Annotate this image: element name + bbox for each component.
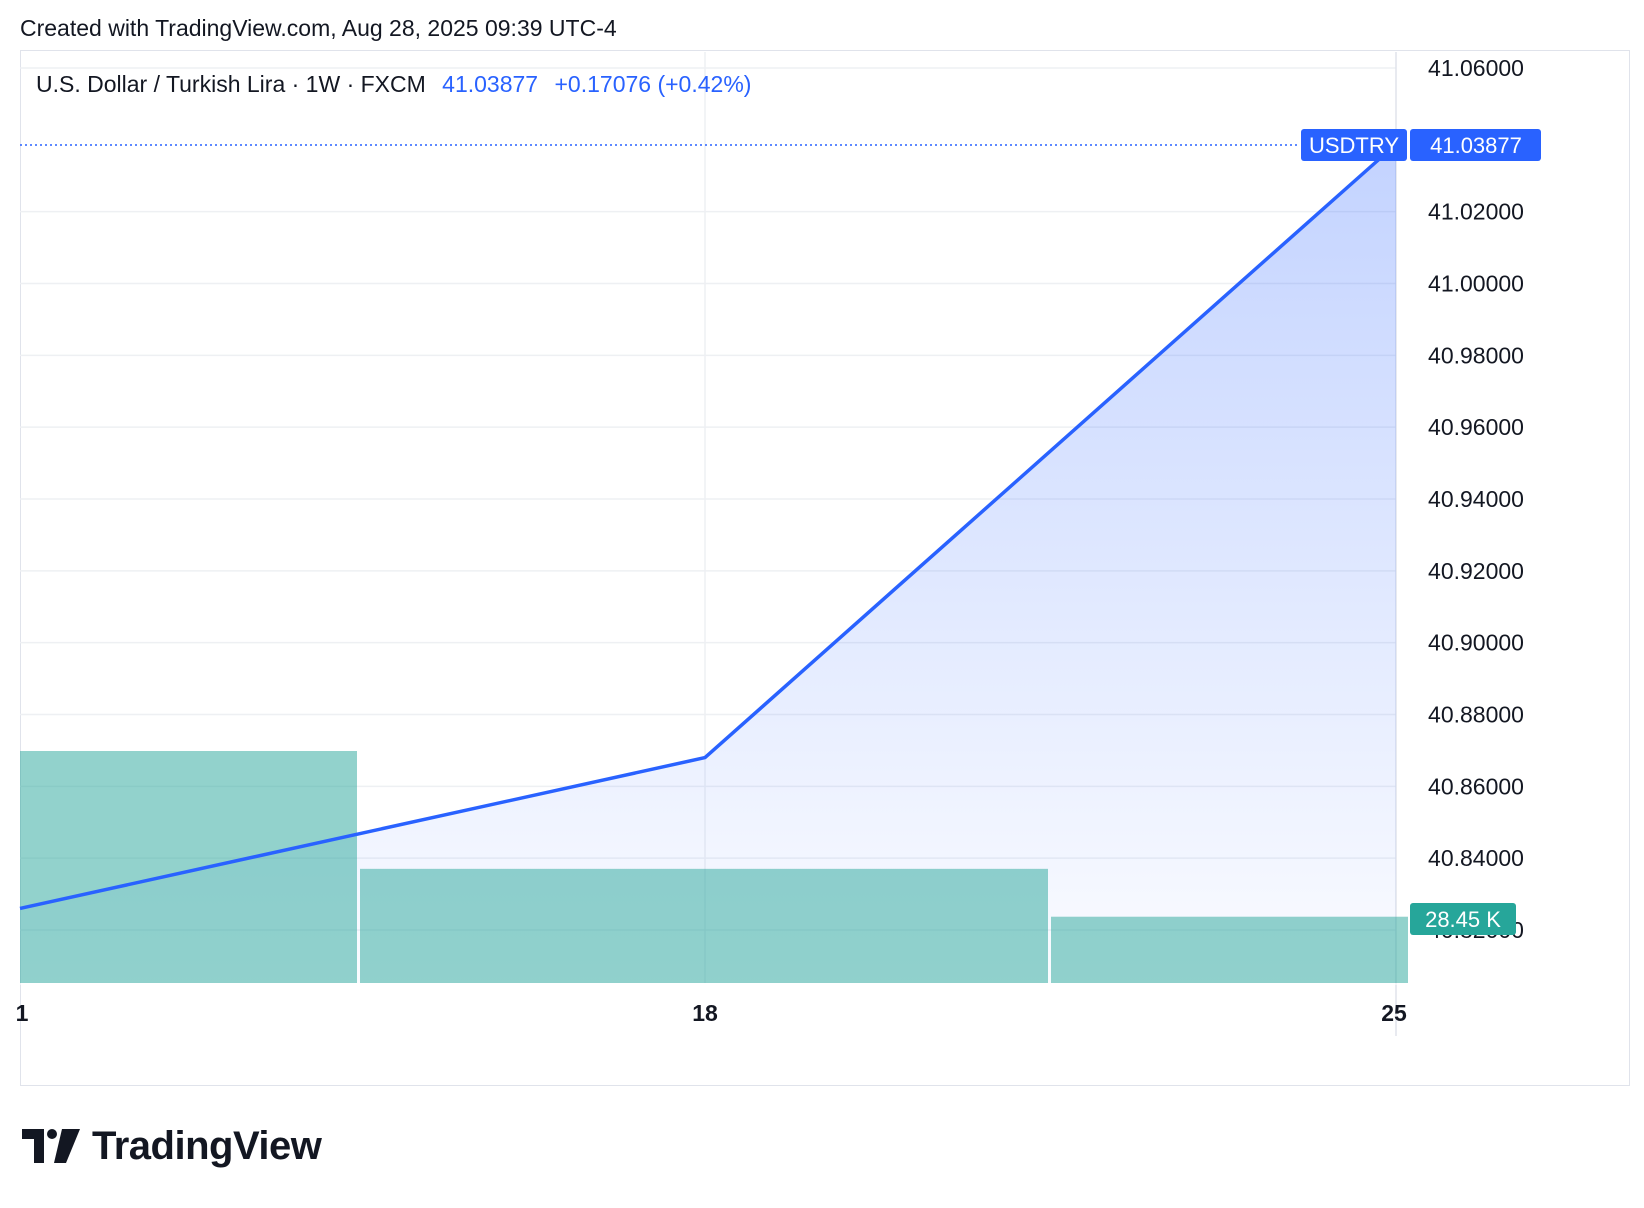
volume-tag-label: 28.45 K bbox=[1425, 907, 1501, 932]
tradingview-logo-icon bbox=[22, 1129, 80, 1163]
price-axis-label: 40.94000 bbox=[1428, 486, 1524, 512]
time-axis-label: 18 bbox=[692, 1000, 718, 1026]
legend-symbol: U.S. Dollar / Turkish Lira · 1W · FXCM bbox=[36, 71, 426, 97]
volume-bar bbox=[360, 868, 1048, 983]
last-price-tag-label: 41.03877 bbox=[1430, 133, 1522, 158]
price-axis-label: 41.06000 bbox=[1428, 55, 1524, 81]
price-axis-label: 40.90000 bbox=[1428, 630, 1524, 656]
legend-last-price: 41.03877 bbox=[442, 71, 539, 97]
legend-change: +0.17076 (+0.42%) bbox=[554, 71, 752, 97]
price-axis-label: 40.88000 bbox=[1428, 702, 1524, 728]
price-chart[interactable]: 41.06000 41.02000 41.00000 40.98000 40.96000… bbox=[0, 0, 1644, 1208]
price-axis-label: 40.86000 bbox=[1428, 773, 1524, 799]
price-axis-label: 41.00000 bbox=[1428, 271, 1524, 297]
time-axis-label: 25 bbox=[1381, 1000, 1407, 1026]
time-axis[interactable]: 1 18 25 bbox=[16, 1000, 1407, 1026]
time-axis-label: 1 bbox=[16, 1000, 29, 1026]
price-axis-label: 40.92000 bbox=[1428, 558, 1524, 584]
volume-bar bbox=[1051, 916, 1408, 983]
price-axis-label: 41.02000 bbox=[1428, 199, 1524, 225]
price-axis-label: 40.98000 bbox=[1428, 342, 1524, 368]
tradingview-logo[interactable]: TradingView bbox=[22, 1123, 322, 1168]
price-axis[interactable]: 41.06000 41.02000 41.00000 40.98000 40.96000… bbox=[1428, 55, 1524, 943]
price-axis-label: 40.96000 bbox=[1428, 414, 1524, 440]
chart-legend: U.S. Dollar / Turkish Lira · 1W · FXCM 4… bbox=[36, 71, 751, 98]
price-axis-label: 40.84000 bbox=[1428, 845, 1524, 871]
volume-bar bbox=[20, 751, 357, 983]
tradingview-logo-text: TradingView bbox=[92, 1123, 322, 1168]
symbol-tag-label: USDTRY bbox=[1309, 133, 1399, 158]
